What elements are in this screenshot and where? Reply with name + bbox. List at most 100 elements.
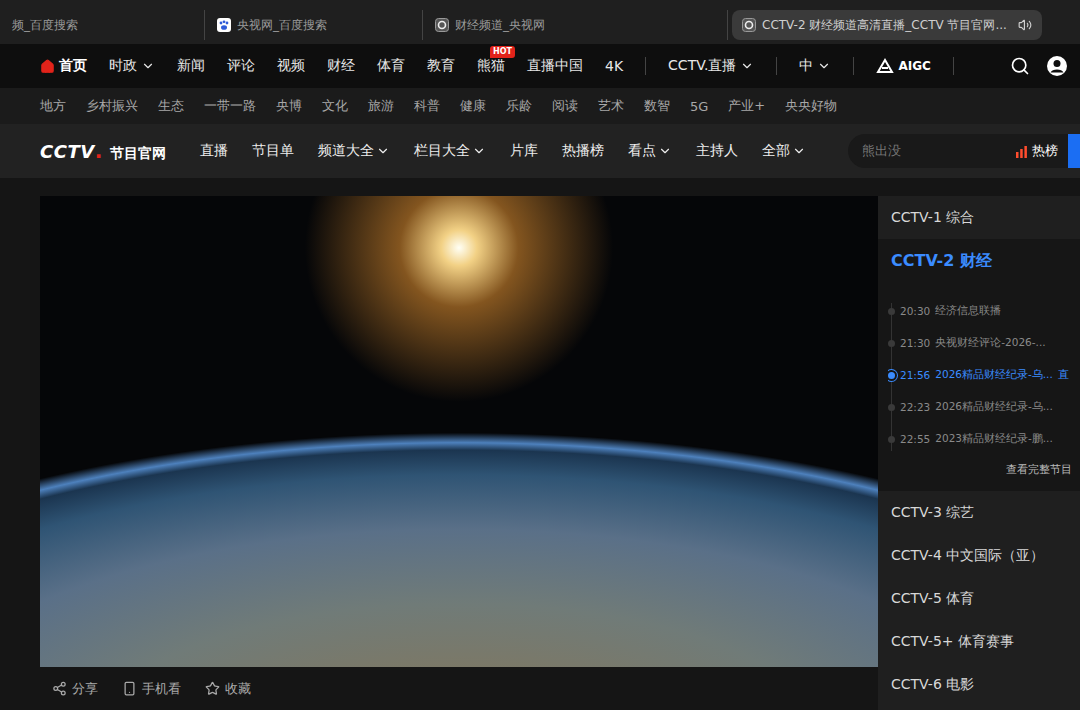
live-tag: 直 [1058, 368, 1069, 382]
program-nav-item[interactable]: 直播 [200, 142, 228, 160]
chevron-down-icon [658, 144, 672, 158]
hot-badge: HOT [490, 46, 515, 58]
program-nav: CCTV.节目官网 直播 节目单 频道大全 栏目大全 片库 热播榜 看点 主持人 全部 熊出没热榜 [0, 124, 1080, 178]
program-nav-item[interactable]: 主持人 [696, 142, 738, 160]
schedule-list: 20:30经济信息联播21:30央视财经评论-2026-...21:562026… [878, 283, 1080, 455]
main-nav-item[interactable]: 财经 [327, 57, 355, 75]
browser-tab[interactable]: CCTV-2 财经频道高清直播_CCTV 节目官网... [732, 10, 1042, 40]
schedule-item[interactable]: 21:562026精品财经纪录-乌...直 [888, 359, 1080, 391]
main-nav-item[interactable]: 直播中国 [527, 57, 583, 75]
main-nav-item[interactable]: 4K [605, 58, 623, 74]
action-button[interactable]: 收藏 [205, 680, 251, 698]
sub-nav-item[interactable]: 央央好物 [785, 97, 837, 115]
main-nav-menu[interactable]: CCTV.直播 [668, 57, 754, 75]
main-nav: 首页 时政 新闻 评论 视频 财经 体育 教育 熊猫HOT 直播中国 4K CCTV.直播 中 AIGC [0, 44, 1080, 88]
phone-icon [122, 681, 137, 696]
cctv-favicon-icon [742, 18, 756, 32]
program-nav-item[interactable]: 节目单 [252, 142, 294, 160]
content: 分享手机看收藏CCTV-1 综合CCTV-2 财经20:30经济信息联播21:3… [0, 178, 1080, 710]
channel-item[interactable]: CCTV-5 体育 [878, 577, 1080, 620]
main-nav-item[interactable]: 首页 [40, 57, 87, 75]
sub-nav-item[interactable]: 阅读 [552, 97, 578, 115]
action-row: 分享 手机看 收藏 [40, 667, 878, 710]
schedule-item[interactable]: 22:552023精品财经纪录-鹏... [888, 423, 1080, 455]
main-nav-item[interactable]: 体育 [377, 57, 405, 75]
browser-tab-label: CCTV-2 财经频道高清直播_CCTV 节目官网... [762, 17, 1012, 34]
player-column: 分享 手机看 收藏 [40, 196, 878, 710]
channel-expanded: CCTV-2 财经20:30经济信息联播21:30央视财经评论-2026-...… [878, 239, 1080, 491]
home-icon [40, 59, 55, 74]
action-button[interactable]: 手机看 [122, 680, 181, 698]
nav-tools [1010, 55, 1068, 77]
program-nav-item[interactable]: 全部 [762, 142, 806, 160]
timeline-dot [888, 436, 895, 443]
schedule-item[interactable]: 20:30经济信息联播 [888, 295, 1080, 327]
star-icon [205, 681, 220, 696]
sub-nav-item[interactable]: 艺术 [598, 97, 624, 115]
speaker-icon[interactable] [1018, 18, 1032, 32]
sub-nav-item[interactable]: 产业+ [728, 97, 765, 115]
program-nav-item[interactable]: 栏目大全 [414, 142, 486, 160]
aigc-logo[interactable]: AIGC [876, 58, 930, 74]
channel-item[interactable]: CCTV-6 电影 [878, 663, 1080, 706]
schedule-item[interactable]: 21:30央视财经评论-2026-... [888, 327, 1080, 359]
sub-nav-item[interactable]: 数智 [644, 97, 670, 115]
sub-nav-item[interactable]: 央博 [276, 97, 302, 115]
browser-tab[interactable]: 频_百度搜索 [0, 10, 205, 40]
nav-divider [776, 57, 777, 75]
channel-item[interactable]: CCTV-1 综合 [878, 196, 1080, 239]
browser-tab[interactable]: 财经频道_央视网 [423, 10, 728, 40]
channel-item[interactable]: CCTV-4 中文国际（亚） [878, 534, 1080, 577]
video-player[interactable] [40, 196, 878, 667]
chevron-down-icon [376, 144, 390, 158]
main-nav-menu[interactable]: 中 [799, 57, 831, 75]
sub-nav-item[interactable]: 地方 [40, 97, 66, 115]
search-button[interactable] [1068, 134, 1080, 168]
browser-tab-bar: 频_百度搜索央视网_百度搜索财经频道_央视网 CCTV-2 财经频道高清直播_CC… [0, 0, 1080, 44]
chevron-down-icon [817, 59, 831, 73]
main-nav-item[interactable]: 新闻 [177, 57, 205, 75]
timeline-dot [888, 404, 895, 411]
browser-tab[interactable]: 央视网_百度搜索 [205, 10, 423, 40]
search-field[interactable]: 熊出没热榜 [848, 134, 1068, 168]
main-nav-item[interactable]: 教育 [427, 57, 455, 75]
hot-list-link[interactable]: 热榜 [1015, 142, 1058, 160]
sub-nav-item[interactable]: 科普 [414, 97, 440, 115]
sub-nav-item[interactable]: 生态 [158, 97, 184, 115]
sub-nav-item[interactable]: 乐龄 [506, 97, 532, 115]
sub-nav-item[interactable]: 乡村振兴 [86, 97, 138, 115]
sub-nav: 地方 乡村振兴 生态 一带一路 央博 文化 旅游 科普 健康 乐龄 阅读 艺术 数智 5G 产业+ 央央好物 [0, 88, 1080, 124]
action-button[interactable]: 分享 [52, 680, 98, 698]
channel-item[interactable]: CCTV-3 综艺 [878, 491, 1080, 534]
main-nav-item[interactable]: 视频 [277, 57, 305, 75]
nav-divider [853, 57, 854, 75]
sub-nav-item[interactable]: 文化 [322, 97, 348, 115]
timeline-dot [888, 308, 895, 315]
channel-item[interactable]: CCTV-2 财经 [878, 239, 1080, 283]
nav-divider [953, 57, 954, 75]
main-nav-item[interactable]: 评论 [227, 57, 255, 75]
sub-nav-item[interactable]: 健康 [460, 97, 486, 115]
program-nav-item[interactable]: 频道大全 [318, 142, 390, 160]
cctv-logo[interactable]: CCTV.节目官网 [40, 139, 166, 163]
main-nav-item[interactable]: 熊猫HOT [477, 57, 505, 75]
schedule-item[interactable]: 22:232026精品财经纪录-乌... [888, 391, 1080, 423]
search-icon[interactable] [1010, 56, 1030, 76]
program-nav-item[interactable]: 看点 [628, 142, 672, 160]
program-nav-item[interactable]: 热播榜 [562, 142, 604, 160]
aigc-logo-icon [876, 58, 894, 74]
full-schedule-link[interactable]: 查看完整节目 [878, 455, 1080, 491]
channel-item[interactable]: CCTV-5+ 体育赛事 [878, 620, 1080, 663]
user-icon[interactable] [1046, 55, 1068, 77]
main-nav-item[interactable]: 时政 [109, 57, 155, 75]
cctv-favicon-icon [435, 18, 449, 32]
sub-nav-item[interactable]: 旅游 [368, 97, 394, 115]
baidu-favicon-icon [217, 18, 231, 32]
hot-chart-icon [1015, 145, 1028, 158]
program-nav-item[interactable]: 片库 [510, 142, 538, 160]
nav-divider [645, 57, 646, 75]
browser-tab-label: 频_百度搜索 [12, 17, 192, 34]
sub-nav-item[interactable]: 一带一路 [204, 97, 256, 115]
chevron-down-icon [740, 59, 754, 73]
sub-nav-item[interactable]: 5G [690, 99, 708, 114]
